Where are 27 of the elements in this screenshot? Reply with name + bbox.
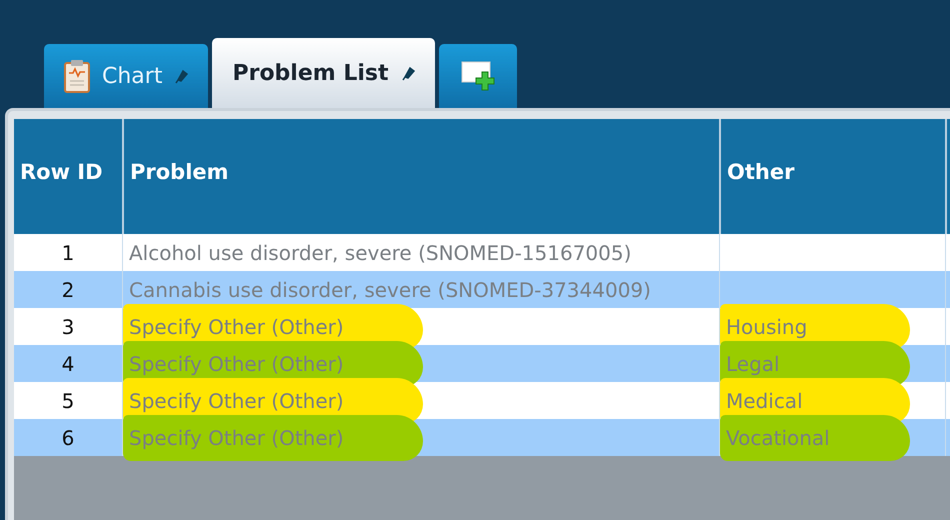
row-id: 2: [62, 278, 74, 302]
other-text: Vocational: [726, 426, 830, 450]
tab[interactable]: Problem List: [212, 38, 435, 108]
row-id: 5: [62, 388, 74, 412]
problem-text: Specify Other (Other): [129, 314, 344, 338]
add-tab-icon: [460, 61, 495, 91]
pin-icon[interactable]: [400, 65, 415, 81]
column-header[interactable]: Row ID: [20, 160, 103, 184]
problem-text: Cannabis use disorder, severe (SNOMED-37344009): [129, 278, 651, 302]
other-text: Housing: [726, 314, 808, 338]
row-id: 6: [62, 426, 74, 450]
table-row[interactable]: 1 Alcohol use disorder, severe (SNOMED-15167005): [14, 234, 950, 271]
problem-text: Specify Other (Other): [129, 388, 344, 412]
column-header[interactable]: Problem: [130, 160, 229, 184]
other-text: Legal: [726, 352, 780, 376]
add-tab-button[interactable]: [438, 44, 517, 108]
table-row[interactable]: 2 Cannabis use disorder, severe (SNOMED-37344009): [14, 271, 950, 308]
column-header[interactable]: Other: [727, 160, 794, 184]
clipboard-icon: [64, 59, 90, 93]
row-id: 4: [62, 352, 74, 376]
other-text: Medical: [726, 388, 803, 412]
tab[interactable]: Chart: [44, 44, 208, 108]
row-id: 3: [62, 314, 74, 338]
problem-text: Specify Other (Other): [129, 352, 344, 376]
problem-text: Specify Other (Other): [129, 426, 344, 450]
row-id: 1: [62, 240, 74, 264]
problem-text: Alcohol use disorder, severe (SNOMED-15167005): [129, 240, 632, 264]
